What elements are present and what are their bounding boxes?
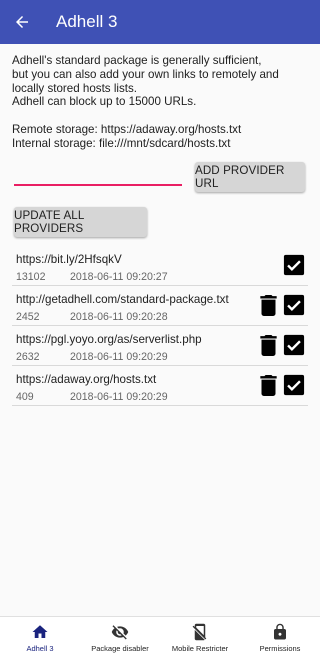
description-line: Adhell's standard package is generally s… [12, 54, 262, 67]
provider-list: https://bit.ly/2HfsqkV 13102 2018-06-11 … [12, 246, 308, 406]
provider-enabled-checkbox[interactable] [283, 374, 305, 396]
nav-label: Mobile Restricter [171, 644, 229, 653]
nav-item-package-disabler[interactable]: Package disabler [80, 617, 160, 658]
internal-storage-line: Internal storage: file:///mnt/sdcard/hos… [12, 136, 231, 150]
trash-icon [259, 334, 277, 356]
mobile-off-icon [191, 623, 209, 641]
provider-enabled-checkbox[interactable] [283, 254, 305, 276]
provider-row: http://getadhell.com/standard-package.tx… [12, 286, 308, 326]
checkbox-checked-icon [283, 254, 305, 276]
provider-row: https://bit.ly/2HfsqkV 13102 2018-06-11 … [12, 246, 308, 286]
checkbox-checked-icon [283, 334, 305, 356]
provider-last-updated: 2018-06-11 09:20:29 [70, 351, 168, 363]
checkbox-checked-icon [283, 294, 305, 316]
provider-enabled-checkbox[interactable] [283, 294, 305, 316]
home-icon [31, 623, 49, 641]
trash-icon [259, 294, 277, 316]
add-provider-url-button[interactable]: ADD PROVIDER URL [195, 162, 305, 192]
provider-url-count: 13102 [16, 271, 46, 283]
arrow-back-icon [16, 16, 28, 28]
provider-last-updated: 2018-06-11 09:20:27 [70, 271, 168, 283]
nav-item-mobile-restricter[interactable]: Mobile Restricter [160, 617, 240, 658]
description-line: Adhell can block up to 15000 URLs. [12, 95, 197, 109]
nav-label: Adhell 3 [26, 644, 54, 653]
delete-provider-button[interactable] [258, 294, 278, 316]
provider-url: https://pgl.yoyo.org/as/serverlist.php [16, 333, 202, 346]
provider-url-count: 2632 [16, 351, 40, 363]
provider-last-updated: 2018-06-11 09:20:29 [70, 391, 168, 403]
back-button[interactable] [0, 0, 44, 44]
provider-last-updated: 2018-06-11 09:20:28 [70, 311, 168, 323]
nav-item-adhell3[interactable]: Adhell 3 [0, 617, 80, 658]
description-line: locally stored hosts lists. [12, 81, 138, 95]
provider-enabled-checkbox[interactable] [283, 334, 305, 356]
nav-label: Package disabler [91, 644, 149, 653]
delete-provider-button[interactable] [258, 374, 278, 396]
description: Adhell's standard package is generally s… [12, 54, 312, 151]
nav-item-permissions[interactable]: Permissions [240, 617, 320, 658]
trash-icon [259, 374, 277, 396]
app-bar: Adhell 3 [0, 0, 320, 44]
checkbox-checked-icon [283, 374, 305, 396]
provider-url-count: 409 [16, 391, 34, 403]
provider-row: https://adaway.org/hosts.txt 409 2018-06… [12, 366, 308, 406]
provider-url: https://adaway.org/hosts.txt [16, 373, 157, 386]
lock-icon [271, 623, 289, 641]
update-all-providers-button[interactable]: UPDATE ALL PROVIDERS [14, 207, 147, 237]
description-line: but you can also add your own links to r… [12, 67, 279, 81]
page-title: Adhell 3 [56, 12, 118, 31]
provider-url: https://bit.ly/2HfsqkV [16, 253, 122, 266]
provider-url-count: 2452 [16, 311, 40, 323]
provider-row: https://pgl.yoyo.org/as/serverlist.php 2… [12, 326, 308, 366]
nav-label: Permissions [259, 644, 301, 653]
delete-provider-button[interactable] [258, 334, 278, 356]
eye-off-icon [111, 623, 129, 641]
bottom-navigation: Adhell 3 Package disabler Mobile Restric… [0, 616, 320, 658]
provider-url-input[interactable] [14, 164, 182, 186]
remote-storage-line: Remote storage: https://adaway.org/hosts… [12, 122, 242, 136]
provider-url: http://getadhell.com/standard-package.tx… [16, 293, 229, 306]
